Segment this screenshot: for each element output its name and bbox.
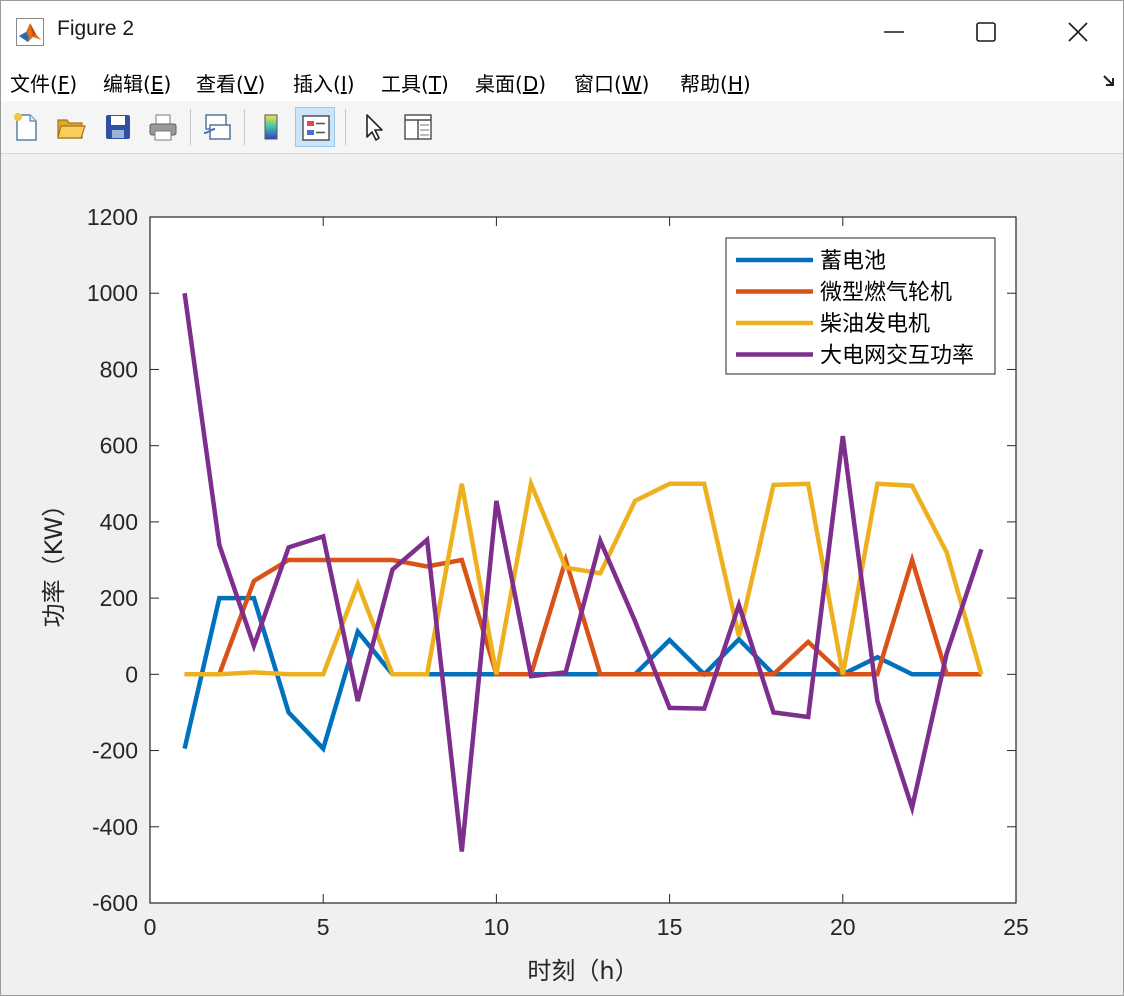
link-plot-button[interactable] — [197, 107, 237, 147]
menu-tools[interactable]: 工具(T) — [381, 68, 449, 97]
toolbar-separator — [190, 109, 191, 145]
menu-edit[interactable]: 编辑(E) — [103, 68, 171, 97]
y-tick-label: 1000 — [87, 280, 138, 306]
menu-view[interactable]: 查看(V) — [196, 68, 265, 97]
y-tick-label: -200 — [92, 738, 138, 764]
y-tick-label: -400 — [92, 814, 138, 840]
new-figure-icon — [14, 113, 37, 141]
property-inspector-button[interactable] — [398, 107, 438, 147]
maximize-button[interactable] — [939, 1, 1031, 61]
figure-canvas: 0 5 10 15 20 25 -600 -400 -200 0 200 400 600 800 1000 1… — [1, 154, 1123, 995]
legend-label: 微型燃气轮机 — [820, 281, 952, 306]
close-icon — [1068, 22, 1088, 42]
print-icon — [149, 114, 177, 141]
save-icon — [106, 115, 130, 139]
legend-label: 大电网交互功率 — [820, 344, 974, 369]
line-chart: 0 5 10 15 20 25 -600 -400 -200 0 200 400 600 800 1000 1… — [40, 204, 1029, 985]
tool-bar — [1, 101, 1123, 154]
menu-bar: 文件(F) 编辑(E) 查看(V) 插入(I) 工具(T) 桌面(D) 窗口(W… — [1, 61, 1123, 101]
x-tick-label: 5 — [317, 914, 330, 940]
x-tick-label: 10 — [484, 914, 510, 940]
close-button[interactable] — [1031, 1, 1123, 61]
dock-arrow-icon[interactable] — [1101, 73, 1117, 89]
menu-file[interactable]: 文件(F) — [10, 68, 77, 97]
maximize-icon — [976, 22, 996, 42]
x-tick-label: 20 — [830, 914, 856, 940]
colorbar-icon — [264, 114, 278, 140]
minimize-button[interactable] — [847, 1, 939, 61]
y-tick-label: 0 — [125, 661, 138, 687]
legend-label: 柴油发电机 — [820, 312, 930, 337]
matlab-logo-icon — [16, 18, 44, 46]
x-tick-label: 25 — [1003, 914, 1029, 940]
open-file-button[interactable] — [51, 107, 91, 147]
figure-window: Figure 2 文件(F) 编辑(E) 查看(V) 插入(I) 工具(T) 桌… — [0, 0, 1124, 996]
toolbar-separator — [244, 109, 245, 145]
save-button[interactable] — [98, 107, 138, 147]
legend-button[interactable] — [295, 107, 335, 147]
legend-label: 蓄电池 — [820, 249, 886, 274]
menu-desktop[interactable]: 桌面(D) — [475, 68, 546, 97]
menu-help[interactable]: 帮助(H) — [680, 68, 751, 97]
print-button[interactable] — [143, 107, 183, 147]
x-axis-label: 时刻（h） — [527, 957, 638, 985]
y-tick-label: 600 — [100, 433, 138, 459]
x-tick-label: 0 — [144, 914, 157, 940]
menu-window[interactable]: 窗口(W) — [574, 68, 649, 97]
minimize-icon — [884, 31, 904, 33]
title-bar[interactable]: Figure 2 — [1, 1, 1123, 61]
y-axis-label: 功率（KW） — [40, 493, 68, 628]
pointer-icon — [366, 114, 383, 141]
y-tick-label: 400 — [100, 509, 138, 535]
new-figure-button[interactable] — [6, 107, 46, 147]
link-plot-icon — [203, 114, 231, 140]
y-tick-label: 800 — [100, 356, 138, 382]
property-inspector-icon — [404, 114, 432, 140]
colorbar-button[interactable] — [251, 107, 291, 147]
open-file-icon — [57, 119, 86, 139]
menu-insert[interactable]: 插入(I) — [293, 68, 355, 97]
legend-icon — [302, 115, 330, 141]
pointer-button[interactable] — [353, 107, 393, 147]
y-tick-label: 200 — [100, 585, 138, 611]
y-tick-label: -600 — [92, 890, 138, 916]
window-title: Figure 2 — [57, 17, 135, 40]
y-tick-label: 1200 — [87, 204, 138, 230]
toolbar-separator — [345, 109, 346, 145]
x-tick-label: 15 — [657, 914, 683, 940]
